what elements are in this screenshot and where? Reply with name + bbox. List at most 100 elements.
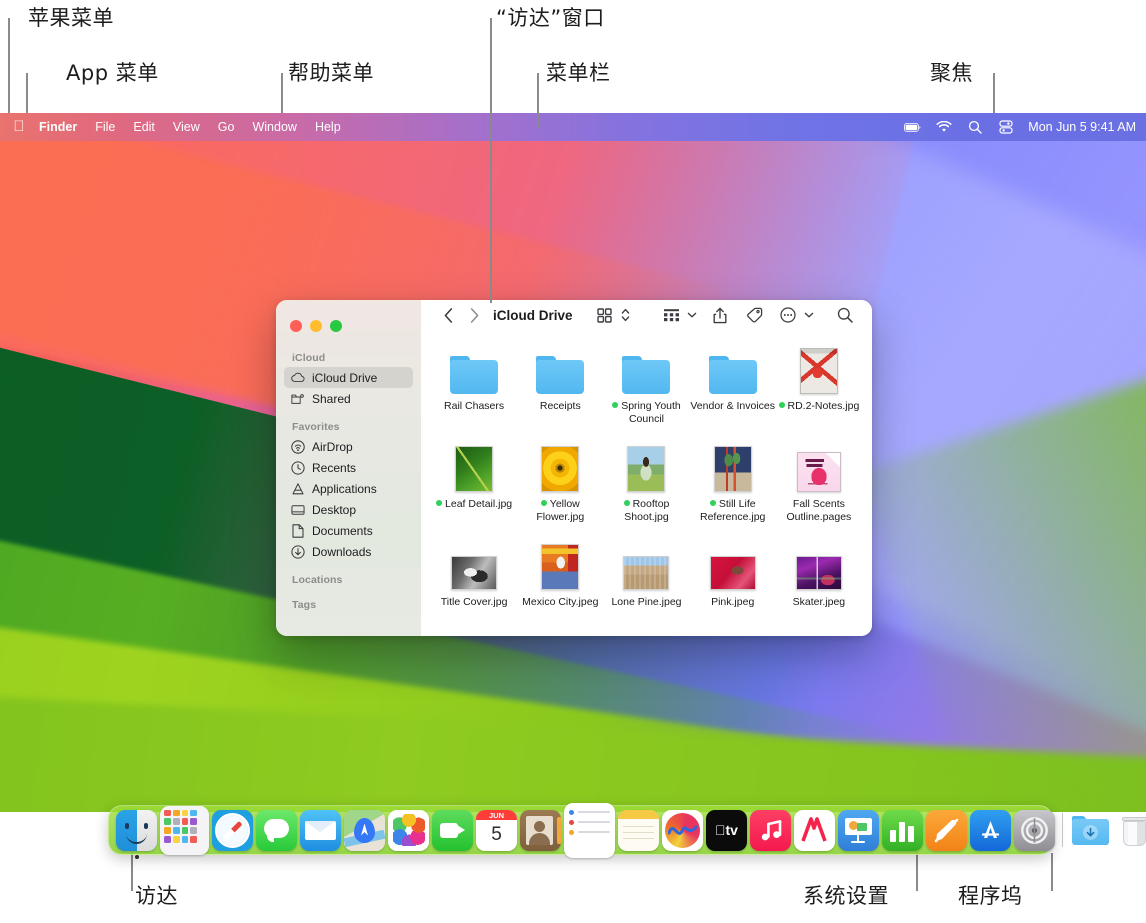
share-icon[interactable]	[707, 302, 733, 328]
menu-item-edit[interactable]: Edit	[124, 113, 164, 141]
menu-item-file[interactable]: File	[86, 113, 124, 141]
maps-icon[interactable]	[344, 809, 385, 851]
chevron-right-icon[interactable]	[461, 302, 487, 328]
file-item[interactable]: Yellow Flower.jpg	[517, 440, 603, 538]
callout-apple-menu: 苹果菜单	[28, 6, 114, 30]
pages-icon[interactable]	[926, 809, 967, 851]
menu-item-help[interactable]: Help	[306, 113, 350, 141]
sidebar-item-documents[interactable]: Documents	[284, 520, 413, 541]
icon-view-icon[interactable]	[591, 302, 617, 328]
sidebar-item-label: Shared	[312, 391, 351, 406]
control-center-icon[interactable]	[997, 119, 1014, 136]
file-label: Vendor & Invoices	[690, 400, 776, 412]
sidebar-item-airdrop[interactable]: AirDrop	[284, 436, 413, 457]
folder-icon	[708, 356, 757, 394]
applications-icon	[291, 482, 305, 496]
sidebar-item-shared[interactable]: Shared	[284, 388, 413, 409]
apple-tv-icon[interactable]: tv	[706, 809, 747, 851]
file-item[interactable]: Leaf Detail.jpg	[431, 440, 517, 538]
notes-icon[interactable]	[618, 809, 659, 851]
facetime-icon[interactable]	[432, 809, 473, 851]
search-icon[interactable]	[832, 302, 858, 328]
file-item[interactable]: Lone Pine.jpeg	[603, 538, 689, 636]
group-by-icon[interactable]	[658, 302, 684, 328]
more-actions-icon[interactable]	[775, 302, 801, 328]
file-label: Yellow Flower.jpg	[536, 498, 585, 523]
apple-logo-icon[interactable]: 	[8, 113, 30, 141]
wifi-icon[interactable]	[935, 119, 952, 136]
keynote-icon[interactable]	[838, 809, 879, 851]
finder-window[interactable]: iCloud iCloud Drive Shared Favorites Air…	[276, 300, 872, 636]
file-item[interactable]: Still Life Reference.jpg	[690, 440, 776, 538]
pages-document-thumbnail	[796, 452, 841, 492]
downloads-folder-icon[interactable]	[1070, 810, 1111, 851]
file-item[interactable]: Mexico City.jpeg	[517, 538, 603, 636]
search-icon[interactable]	[966, 119, 983, 136]
sidebar-item-downloads[interactable]: Downloads	[284, 541, 413, 562]
finder-sidebar: iCloud iCloud Drive Shared Favorites Air…	[276, 300, 421, 636]
file-item[interactable]: Title Cover.jpg	[431, 538, 517, 636]
leader-line-finder-window	[490, 18, 493, 303]
close-button[interactable]	[290, 320, 302, 332]
photos-icon[interactable]	[388, 809, 429, 851]
finder-file-grid[interactable]: Rail Chasers Receipts Spring Youth Counc…	[421, 330, 872, 636]
document-icon	[291, 523, 305, 538]
chevron-down-icon[interactable]	[802, 302, 816, 328]
menu-item-finder[interactable]: Finder	[30, 113, 86, 141]
more-actions-control[interactable]	[775, 302, 816, 328]
chevron-down-icon[interactable]	[685, 302, 699, 328]
tag-icon[interactable]	[741, 302, 767, 328]
menu-bar[interactable]:  Finder File Edit View Go Window Help M…	[0, 113, 1146, 141]
file-label: Receipts	[539, 400, 581, 412]
numbers-icon[interactable]	[882, 809, 923, 851]
contacts-icon[interactable]	[520, 809, 561, 851]
calendar-icon[interactable]: JUN 5	[476, 809, 517, 851]
sidebar-item-icloud-drive[interactable]: iCloud Drive	[284, 367, 413, 388]
menu-item-view[interactable]: View	[164, 113, 209, 141]
view-mode-control[interactable]	[591, 302, 632, 328]
downloads-icon	[291, 544, 305, 559]
file-item[interactable]: Skater.jpeg	[776, 538, 862, 636]
callout-menu-bar: 菜单栏	[546, 61, 611, 85]
freeform-icon[interactable]	[662, 809, 703, 851]
calendar-month-label: JUN	[488, 810, 504, 820]
sidebar-item-recents[interactable]: Recents	[284, 457, 413, 478]
group-by-control[interactable]	[658, 302, 699, 328]
file-item[interactable]: Pink.jpeg	[690, 538, 776, 636]
mail-icon[interactable]	[300, 809, 341, 851]
file-label: Leaf Detail.jpg	[436, 498, 512, 511]
menu-item-window[interactable]: Window	[243, 113, 305, 141]
file-item[interactable]: Rail Chasers	[431, 342, 517, 440]
sidebar-item-desktop[interactable]: Desktop	[284, 499, 413, 520]
file-item[interactable]: Rooftop Shoot.jpg	[603, 440, 689, 538]
dock-item-finder-wrap	[116, 809, 157, 859]
safari-icon[interactable]	[212, 809, 253, 851]
menu-item-go[interactable]: Go	[209, 113, 244, 141]
sidebar-item-applications[interactable]: Applications	[284, 478, 413, 499]
battery-icon[interactable]	[904, 119, 921, 136]
shared-folder-icon	[291, 392, 305, 406]
menu-bar-clock[interactable]: Mon Jun 5 9:41 AM	[1028, 120, 1136, 134]
zoom-button[interactable]	[330, 320, 342, 332]
music-icon[interactable]	[750, 809, 791, 851]
system-settings-icon[interactable]	[1014, 809, 1055, 851]
view-stepper-icon[interactable]	[618, 302, 632, 328]
minimize-button[interactable]	[310, 320, 322, 332]
reminders-icon[interactable]	[564, 802, 615, 858]
file-item[interactable]: RD.2-Notes.jpg	[776, 342, 862, 440]
dock[interactable]: JUN 5 tv	[108, 802, 1146, 859]
file-item[interactable]: Fall Scents Outline.pages	[776, 440, 862, 538]
launchpad-icon[interactable]	[160, 805, 209, 855]
finder-icon[interactable]	[116, 809, 157, 851]
leader-line-dock	[1051, 853, 1053, 891]
file-item[interactable]: Spring Youth Council	[603, 342, 689, 440]
app-store-icon[interactable]	[970, 809, 1011, 851]
news-icon[interactable]	[794, 809, 835, 851]
chevron-left-icon[interactable]	[435, 302, 461, 328]
trash-icon[interactable]	[1114, 810, 1146, 851]
leader-line-apple-menu	[8, 18, 10, 115]
messages-icon[interactable]	[256, 809, 297, 851]
file-item[interactable]: Receipts	[517, 342, 603, 440]
file-item[interactable]: Vendor & Invoices	[690, 342, 776, 440]
sync-badge-icon	[709, 500, 716, 506]
